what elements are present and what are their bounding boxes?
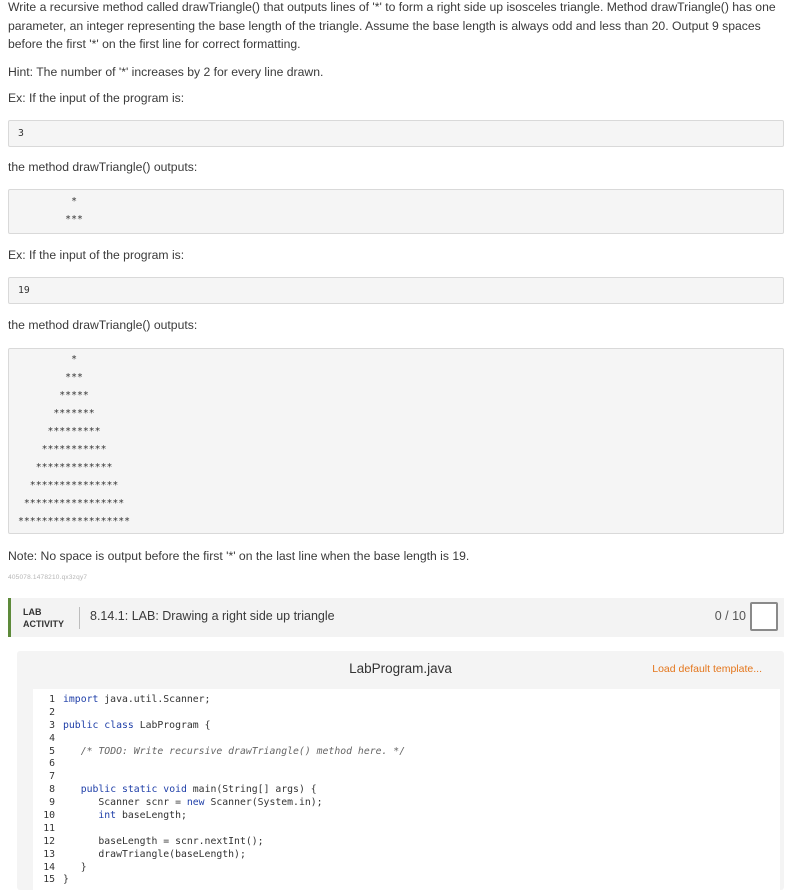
line-number: 10 [43, 810, 55, 822]
output-line: ***************** [18, 498, 125, 509]
code-editor[interactable]: 1 import java.util.Scanner; 2 3 public class… [33, 689, 780, 890]
lab-score: 0 / 10 [714, 609, 746, 623]
line-number: 15 [43, 874, 55, 886]
output-line: ************* [18, 462, 113, 473]
code-text: drawTriangle(baseLength); [63, 848, 246, 860]
line-number: 13 [43, 848, 55, 860]
line-number: 6 [49, 758, 55, 770]
code-line: 3 public class LabProgram { [33, 720, 405, 733]
hint-text: Hint: The number of '*' increases by 2 f… [8, 65, 324, 79]
lab-title: 8.14.1: LAB: Drawing a right side up tri… [90, 609, 335, 623]
code-text: } [63, 874, 69, 886]
line-number: 14 [43, 861, 55, 873]
code-text: baseLength = scnr.nextInt(); [63, 835, 264, 847]
code-editor-panel: LabProgram.java Load default template...… [17, 651, 784, 890]
load-default-template-link[interactable]: Load default template... [652, 663, 762, 675]
code-line: 12 baseLength = scnr.nextInt(); [33, 836, 405, 849]
example1-input: 3 [18, 128, 24, 139]
example2-input: 19 [18, 285, 30, 296]
code-text: public static void main(String[] args) { [80, 784, 317, 796]
line-number: 2 [49, 706, 55, 718]
output-line: *************** [18, 480, 119, 491]
output-line: * [18, 354, 77, 365]
code-lines: 1 import java.util.Scanner; 2 3 public class… [33, 694, 405, 887]
example1-output-box: * *** [8, 189, 784, 234]
lab-activity-header: LAB ACTIVITY 8.14.1: LAB: Drawing a righ… [8, 598, 784, 637]
note-text: Note: No space is output before the firs… [8, 549, 470, 563]
line-number: 11 [43, 822, 55, 834]
lab-tag-line2: ACTIVITY [23, 619, 65, 629]
code-text: public class LabProgram { [63, 719, 211, 731]
code-text: import java.util.Scanner; [63, 694, 211, 705]
output-line: ***** [18, 390, 89, 401]
code-line: 7 [33, 771, 405, 784]
output-line: * [18, 196, 77, 207]
code-text: } [63, 861, 87, 873]
example2-output-box: * *** ***** ******* ********* **********… [8, 348, 784, 534]
code-line: 1 import java.util.Scanner; [33, 694, 405, 707]
line-number: 5 [49, 745, 55, 757]
line-number: 12 [43, 835, 55, 847]
example2-output-label: the method drawTriangle() outputs: [8, 318, 198, 332]
lab-tag-line1: LAB [23, 607, 42, 617]
code-line: 13 drawTriangle(baseLength); [33, 849, 405, 862]
example2-output: * *** ***** ******* ********* **********… [18, 351, 130, 531]
output-line: ******************* [18, 516, 131, 527]
code-line: 5 /* TODO: Write recursive drawTriangle(… [33, 746, 405, 759]
line-number: 1 [49, 694, 55, 705]
example1-input-box: 3 [8, 120, 784, 147]
problem-description: Write a recursive method called drawTria… [8, 0, 776, 51]
code-text: Scanner scnr = new Scanner(System.in); [63, 797, 323, 809]
example1-label: Ex: If the input of the program is: [8, 91, 185, 105]
code-line: 8 public static void main(String[] args)… [33, 784, 405, 797]
completion-checkbox-icon [750, 602, 778, 631]
example1-output-label: the method drawTriangle() outputs: [8, 160, 198, 174]
output-line: *** [18, 372, 83, 383]
line-number: 7 [49, 771, 55, 783]
lab-activity-tag: LAB ACTIVITY [23, 606, 64, 630]
problem-id-code: 405078.1478210.qx3zqy7 [8, 574, 88, 581]
code-line: 11 [33, 823, 405, 836]
code-line: 14 } [33, 862, 405, 875]
output-line: ********* [18, 426, 101, 437]
line-number: 4 [49, 732, 55, 744]
code-line: 10 int baseLength; [33, 810, 405, 823]
line-number: 3 [49, 719, 55, 731]
example2-input-box: 19 [8, 277, 784, 304]
output-line: ******* [18, 408, 95, 419]
example1-output: * *** [18, 193, 83, 229]
example2-label: Ex: If the input of the program is: [8, 248, 185, 262]
output-line: *** [18, 214, 83, 225]
code-line: 15} [33, 874, 405, 887]
code-line: 6 [33, 758, 405, 771]
lab-header-divider [79, 607, 80, 629]
code-line: 4 [33, 733, 405, 746]
line-number: 9 [49, 797, 55, 809]
code-line: 2 [33, 707, 405, 720]
output-line: *********** [18, 444, 107, 455]
code-text: /* TODO: Write recursive drawTriangle() … [80, 745, 406, 757]
line-number: 8 [49, 784, 55, 796]
code-text: int baseLength; [98, 810, 187, 822]
code-line: 9 Scanner scnr = new Scanner(System.in); [33, 797, 405, 810]
